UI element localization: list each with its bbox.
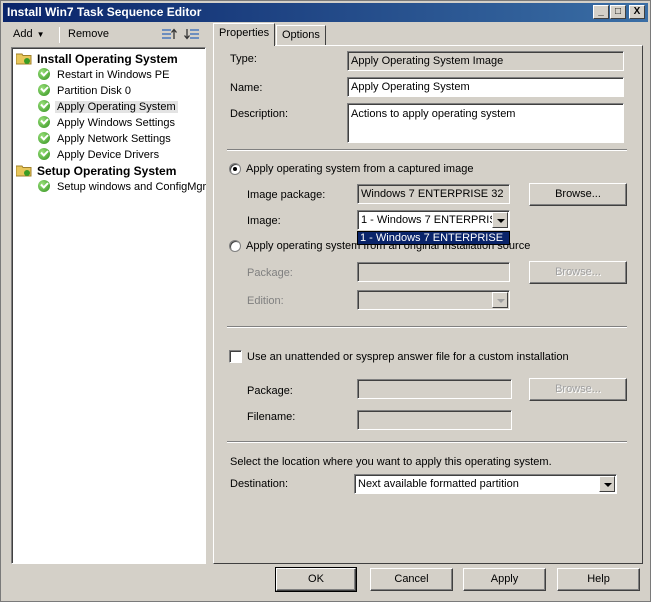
destination-value: Next available formatted partition [358, 478, 519, 490]
tree-toolbar: Add ▼ Remove [9, 25, 206, 45]
section-divider [227, 149, 627, 151]
tree-item-restart-winpe[interactable]: Restart in Windows PE [38, 67, 171, 83]
destination-dropdown[interactable]: Next available formatted partition [354, 474, 617, 494]
answer-package-field [357, 379, 512, 399]
type-field: Apply Operating System Image [347, 51, 624, 71]
success-check-icon [38, 116, 50, 128]
unattended-label: Use an unattended or sysprep answer file… [247, 351, 569, 363]
answer-package-browse-button: Browse... [529, 378, 627, 401]
image-dropdown-value: 1 - Windows 7 ENTERPRISE [361, 214, 505, 226]
edition-label: Edition: [247, 295, 284, 307]
chevron-down-icon[interactable] [599, 476, 615, 492]
captured-image-label: Apply operating system from a captured i… [246, 163, 474, 175]
image-dropdown[interactable]: 1 - Windows 7 ENTERPRISE [357, 210, 510, 230]
tree-item-label: Restart in Windows PE [57, 69, 170, 81]
location-instructions: Select the location where you want to ap… [230, 456, 552, 468]
folder-icon [16, 53, 32, 65]
original-source-radio[interactable] [229, 240, 241, 252]
tree-item-setup-windows-configmgr[interactable]: Setup windows and ConfigMgr [38, 179, 208, 195]
tree-item-apply-device-drivers[interactable]: Apply Device Drivers [38, 147, 161, 163]
type-label: Type: [230, 53, 257, 65]
tree-item-apply-windows-settings[interactable]: Apply Windows Settings [38, 115, 177, 131]
image-package-field: Windows 7 ENTERPRISE 32 [357, 184, 510, 204]
chevron-down-icon [492, 292, 508, 308]
toolbar-separator [59, 27, 60, 43]
move-up-icon[interactable] [161, 26, 177, 42]
name-field[interactable]: Apply Operating System [347, 77, 624, 97]
tree-item-label: Apply Operating System [55, 101, 178, 113]
close-button[interactable]: X [629, 5, 645, 19]
tab-properties[interactable]: Properties [213, 23, 276, 46]
tree-item-label: Apply Windows Settings [57, 117, 175, 129]
chevron-down-icon: ▼ [36, 30, 45, 39]
image-package-browse-button[interactable]: Browse... [529, 183, 627, 206]
move-down-icon[interactable] [184, 26, 200, 42]
edition-dropdown [357, 290, 510, 310]
image-dropdown-option[interactable]: 1 - Windows 7 ENTERPRISE [357, 231, 510, 245]
answer-package-label: Package: [247, 385, 293, 397]
package-label: Package: [247, 267, 293, 279]
success-check-icon [38, 148, 50, 160]
tree-item-partition-disk[interactable]: Partition Disk 0 [38, 83, 133, 99]
task-sequence-tree[interactable]: Install Operating System Restart in Wind… [11, 47, 206, 564]
success-check-icon [38, 132, 50, 144]
destination-label: Destination: [230, 478, 289, 490]
success-check-icon [38, 180, 50, 192]
minimize-button[interactable]: _ [593, 5, 609, 19]
apply-button[interactable]: Apply [463, 568, 546, 591]
remove-button[interactable]: Remove [68, 28, 109, 40]
ok-button[interactable]: OK [275, 567, 357, 592]
tree-group-setup-os[interactable]: Setup Operating System [16, 163, 178, 179]
package-browse-button: Browse... [529, 261, 627, 284]
success-check-icon [38, 100, 50, 112]
maximize-button[interactable]: □ [610, 5, 626, 19]
tree-group-install-os[interactable]: Install Operating System [16, 51, 180, 67]
image-label: Image: [247, 215, 281, 227]
tree-item-label: Apply Device Drivers [57, 149, 160, 161]
success-check-icon [38, 68, 50, 80]
chevron-down-icon[interactable] [492, 212, 508, 228]
add-label: Add [13, 28, 33, 40]
tree-item-label: Setup windows and ConfigMgr [57, 181, 207, 193]
tree-item-apply-os[interactable]: Apply Operating System [38, 99, 178, 115]
package-field [357, 262, 510, 282]
tree-item-label: Partition Disk 0 [57, 85, 131, 97]
tree-group-label: Install Operating System [37, 52, 178, 66]
help-button[interactable]: Help [557, 568, 640, 591]
task-sequence-editor-window: Install Win7 Task Sequence Editor _ □ X … [0, 0, 651, 602]
description-field[interactable]: Actions to apply operating system [347, 103, 624, 143]
tab-options[interactable]: Options [276, 25, 326, 45]
tree-item-label: Apply Network Settings [57, 133, 171, 145]
image-package-label: Image package: [247, 189, 326, 201]
tree-item-apply-network-settings[interactable]: Apply Network Settings [38, 131, 173, 147]
title-bar[interactable]: Install Win7 Task Sequence Editor _ □ X [3, 3, 648, 22]
captured-image-radio[interactable] [229, 163, 241, 175]
tree-group-label: Setup Operating System [37, 164, 177, 178]
section-divider [227, 326, 627, 328]
filename-field [357, 410, 512, 430]
section-divider [227, 441, 627, 443]
unattended-checkbox[interactable] [229, 350, 242, 363]
add-menu-button[interactable]: Add ▼ [13, 28, 45, 40]
name-label: Name: [230, 82, 263, 94]
description-label: Description: [230, 108, 289, 120]
folder-icon [16, 165, 32, 177]
success-check-icon [38, 84, 50, 96]
window-title: Install Win7 Task Sequence Editor [7, 5, 202, 19]
filename-label: Filename: [247, 411, 296, 423]
cancel-button[interactable]: Cancel [370, 568, 453, 591]
